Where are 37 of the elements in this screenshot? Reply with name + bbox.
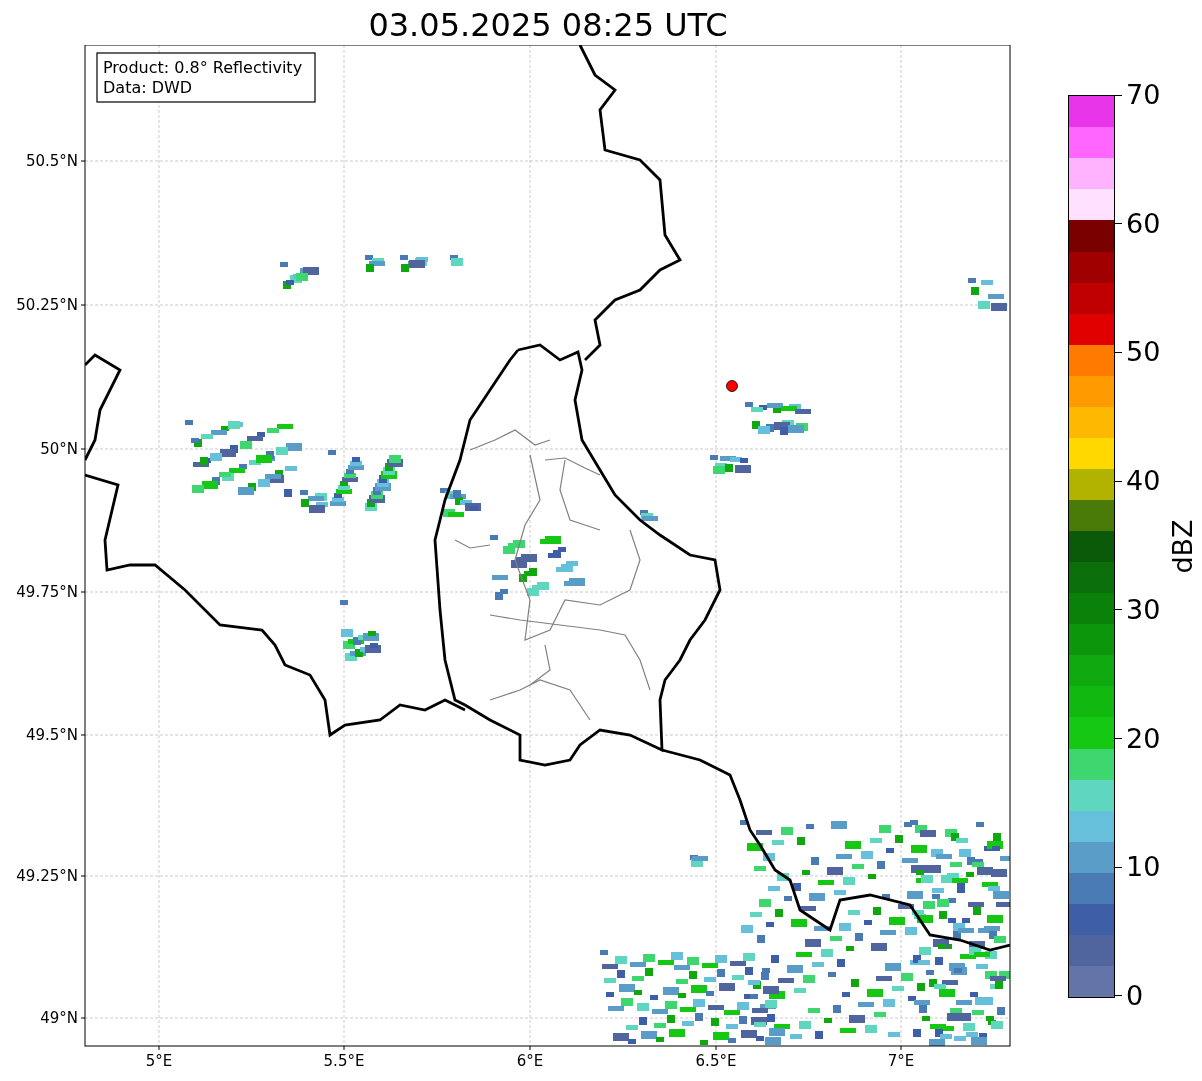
colorbar-tick-label: 40	[1126, 466, 1161, 497]
colorbar-tick-label: 10	[1126, 852, 1161, 883]
axis-tick-label: 50.25°N	[16, 296, 78, 314]
district-boundary	[454, 539, 491, 549]
location-marker	[726, 380, 738, 392]
radar-echo	[690, 855, 708, 867]
axis-tick-label: 7°E	[887, 1052, 915, 1070]
colorbar-tick-label: 0	[1126, 980, 1144, 1011]
axis-tick-label: 6°E	[516, 1052, 544, 1070]
radar-echo	[340, 600, 381, 661]
radar-echo	[968, 278, 1007, 311]
radar-echo	[280, 262, 319, 289]
axis-tick-label: 49.5°N	[25, 726, 78, 744]
radar-echo	[440, 488, 481, 517]
radar-echo	[365, 255, 385, 272]
colorbar-tick-label: 70	[1126, 80, 1161, 110]
axis-tick-label: 49.25°N	[16, 867, 78, 885]
axis-tick-label: 49.75°N	[16, 583, 78, 601]
chart-title: 03.05.2025 08:25 UTC	[368, 5, 728, 45]
colorbar-tick-label: 20	[1126, 723, 1161, 754]
colorbar-label: dBZ	[1166, 519, 1198, 574]
axis-tick-label: 5.5°E	[323, 1052, 365, 1070]
legend-text: Data: DWD	[103, 78, 193, 97]
colorbar-tick-label: 50	[1126, 337, 1161, 368]
axis-tick-label: 6.5°E	[695, 1052, 737, 1070]
radar-echo	[400, 255, 428, 272]
radar-echo	[640, 510, 658, 521]
legend-text: Product: 0.8° Reflectivity	[103, 58, 303, 77]
axis-tick-label: 50°N	[40, 440, 78, 458]
axis-tick-label: 50.5°N	[25, 152, 78, 170]
radar-echo	[450, 255, 463, 266]
radar-echo	[710, 455, 751, 474]
colorbar-tick-label: 30	[1126, 594, 1161, 625]
axis-tick-label: 5°E	[145, 1052, 173, 1070]
colorbar-tick-label: 60	[1126, 208, 1161, 239]
axis-tick-label: 49°N	[40, 1009, 78, 1027]
radar-echo	[745, 402, 811, 435]
